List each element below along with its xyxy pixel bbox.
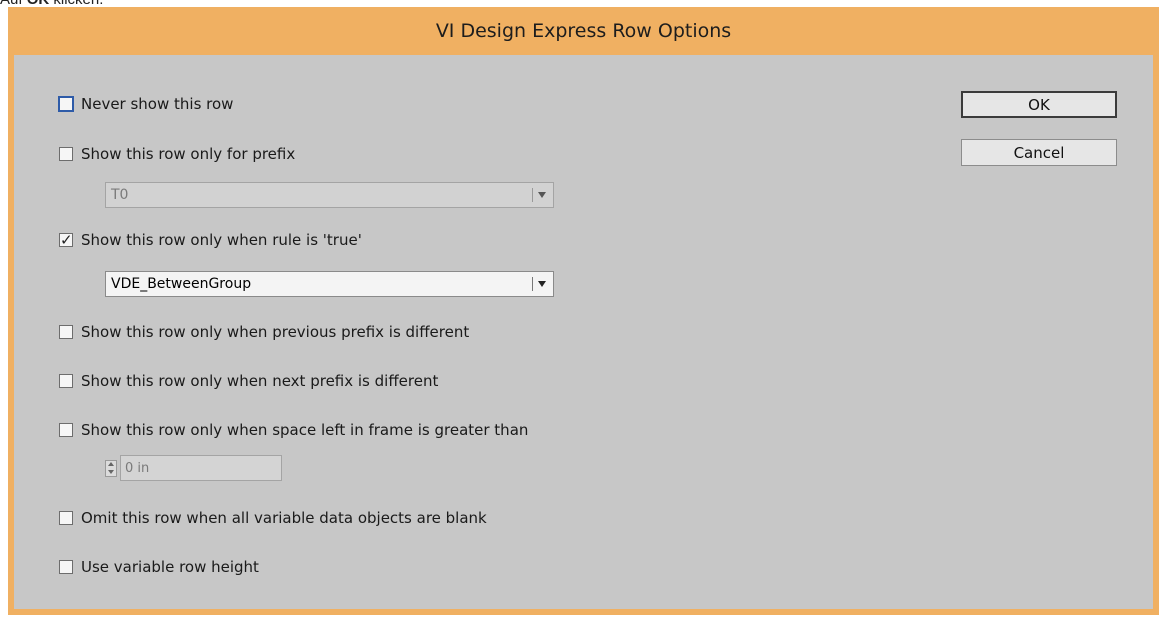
prefix-select[interactable]: T0 [105,182,554,208]
option-prev-prefix[interactable]: Show this row only when previous prefix … [59,323,469,341]
next-prefix-label: Show this row only when next prefix is d… [81,372,439,390]
option-prefix[interactable]: Show this row only for prefix [59,145,295,163]
space-left-label: Show this row only when space left in fr… [81,421,529,439]
rule-select[interactable]: VDE_BetweenGroup [105,271,554,297]
space-left-spinner[interactable]: 0 in [105,455,282,481]
option-next-prefix[interactable]: Show this row only when next prefix is d… [59,372,438,390]
space-left-checkbox[interactable] [59,423,73,437]
option-space-left[interactable]: Show this row only when space left in fr… [59,421,528,439]
spinner-down-icon[interactable] [108,469,114,474]
cancel-button[interactable]: Cancel [961,139,1117,166]
prev-prefix-checkbox[interactable] [59,325,73,339]
variable-height-label: Use variable row height [81,558,259,576]
rule-select-value: VDE_BetweenGroup [111,276,252,292]
next-prefix-checkbox[interactable] [59,374,73,388]
variable-height-checkbox[interactable] [59,560,73,574]
never-show-label: Never show this row [81,95,234,113]
omit-blank-checkbox[interactable] [59,511,73,525]
option-omit-blank[interactable]: Omit this row when all variable data obj… [59,509,487,527]
ok-button[interactable]: OK [961,91,1117,118]
dialog-body: Never show this row Show this row only f… [14,55,1153,609]
chevron-down-icon[interactable] [538,281,546,287]
rule-label: Show this row only when rule is 'true' [81,231,362,249]
chevron-down-icon[interactable] [538,192,546,198]
option-never-show[interactable]: Never show this row [58,95,234,113]
prefix-checkbox[interactable] [59,147,73,161]
spinner-up-icon[interactable] [108,462,114,467]
option-rule[interactable]: ✓ Show this row only when rule is 'true' [59,231,362,249]
rule-checkbox[interactable]: ✓ [59,233,73,248]
dialog-title: VI Design Express Row Options [435,20,732,42]
dialog-window: VI Design Express Row Options Never show… [8,7,1159,615]
prefix-select-value: T0 [111,187,129,203]
option-variable-height[interactable]: Use variable row height [59,558,259,576]
spinner-arrows-icon[interactable] [105,459,117,477]
prefix-label: Show this row only for prefix [81,145,296,163]
never-show-checkbox[interactable] [58,96,74,112]
prev-prefix-label: Show this row only when previous prefix … [81,323,470,341]
omit-blank-label: Omit this row when all variable data obj… [81,509,487,527]
title-bar[interactable]: VI Design Express Row Options [8,7,1159,55]
rule-select-separator [532,277,533,291]
prefix-select-separator [532,188,533,202]
space-left-input[interactable]: 0 in [120,455,282,481]
